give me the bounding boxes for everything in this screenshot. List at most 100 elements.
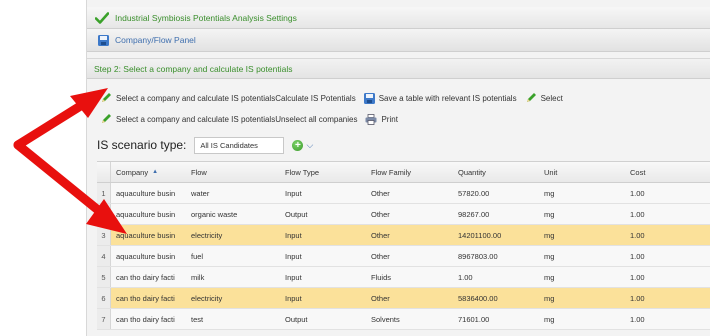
- grid-header: Company ▲ Flow Flow Type Flow Family Qua…: [97, 162, 710, 183]
- column-header-flow-family[interactable]: Flow Family: [366, 162, 453, 182]
- company-flow-panel-header[interactable]: Company/Flow Panel: [87, 29, 710, 52]
- disk-icon: [98, 34, 109, 46]
- table-row[interactable]: 2 aquaculture busin organic waste Output Oth…: [97, 204, 710, 225]
- cell-unit: mg: [544, 314, 555, 324]
- cell-flow: organic waste: [191, 209, 238, 219]
- column-header-company[interactable]: Company ▲: [111, 162, 186, 182]
- cell-flow-type: Input: [285, 251, 302, 261]
- cell-cost: 1.00: [630, 209, 645, 219]
- column-header-label: Company: [116, 167, 149, 177]
- cell-company: can tho dairy facti: [116, 293, 175, 303]
- print-label: Print: [381, 114, 398, 124]
- step-header: Step 2: Select a company and calculate I…: [87, 58, 710, 79]
- add-icon: +: [292, 139, 304, 151]
- cell-company: aquaculture busin: [116, 209, 176, 219]
- toolbar-row-1: Select a company and calculate IS potent…: [87, 88, 710, 108]
- scenario-type-add-button[interactable]: + ⌵: [286, 137, 319, 154]
- column-header-flow[interactable]: Flow: [186, 162, 280, 182]
- cell-cost: 1.00: [630, 314, 645, 324]
- row-number-header: [97, 162, 111, 182]
- select-label: Select: [540, 93, 563, 103]
- row-number: 2: [97, 204, 111, 224]
- unselect-all-companies-label: Select a company and calculate IS potent…: [116, 114, 358, 124]
- save-table-button[interactable]: Save a table with relevant IS potentials: [363, 92, 517, 104]
- cell-quantity: 14201100.00: [458, 230, 502, 240]
- scenario-type-row: IS scenario type: All IS Candidates + ⌵: [97, 135, 319, 155]
- cell-cost: 1.00: [630, 272, 645, 282]
- cell-quantity: 71601.00: [458, 314, 490, 324]
- cell-quantity: 57820.00: [458, 188, 490, 198]
- cell-cost: 1.00: [630, 251, 645, 261]
- cell-flow-type: Input: [285, 272, 302, 282]
- cell-unit: mg: [544, 293, 555, 303]
- cell-cost: 1.00: [630, 230, 645, 240]
- scenario-type-label: IS scenario type:: [97, 138, 187, 152]
- print-button[interactable]: Print: [365, 113, 398, 125]
- table-row[interactable]: 3 aquaculture busin electricity Input Other 1…: [97, 225, 710, 246]
- cell-unit: mg: [544, 230, 555, 240]
- cell-quantity: 8967803.00: [458, 251, 498, 261]
- settings-title-bar[interactable]: Industrial Symbiosis Potentials Analysis…: [87, 7, 710, 29]
- column-header-quantity[interactable]: Quantity: [453, 162, 539, 182]
- select-button[interactable]: Select: [525, 92, 563, 104]
- cell-flow: electricity: [191, 293, 223, 303]
- cell-quantity: 1.00: [458, 272, 473, 282]
- row-number: 7: [97, 309, 111, 329]
- cell-flow: milk: [191, 272, 205, 282]
- cell-flow-type: Input: [285, 293, 302, 303]
- row-number: 6: [97, 288, 111, 308]
- calculate-is-potentials-label: Select a company and calculate IS potent…: [116, 93, 356, 103]
- cell-flow: water: [191, 188, 210, 198]
- chevron-down-icon: ⌵: [306, 139, 314, 150]
- table-row[interactable]: 1 aquaculture busin water Input Other 57820.0…: [97, 183, 710, 204]
- save-icon: [363, 92, 375, 104]
- cell-flow-family: Other: [371, 251, 390, 261]
- row-number: 1: [97, 183, 111, 203]
- row-number: 5: [97, 267, 111, 287]
- cell-unit: mg: [544, 272, 555, 282]
- cell-flow: electricity: [191, 230, 223, 240]
- row-number: 4: [97, 246, 111, 266]
- company-flow-grid: Company ▲ Flow Flow Type Flow Family Qua…: [97, 161, 710, 330]
- column-header-unit[interactable]: Unit: [539, 162, 625, 182]
- scenario-type-select[interactable]: All IS Candidates: [194, 136, 285, 154]
- cell-flow-type: Output: [285, 209, 308, 219]
- cell-company: aquaculture busin: [116, 251, 176, 261]
- cell-flow-type: Input: [285, 188, 302, 198]
- sort-ascending-icon: ▲: [152, 169, 159, 175]
- unselect-all-companies-button[interactable]: Select a company and calculate IS potent…: [100, 113, 357, 125]
- table-row[interactable]: 4 aquaculture busin fuel Input Other 8967803.…: [97, 246, 710, 267]
- cell-flow-type: Output: [285, 314, 308, 324]
- pencil-icon: [525, 92, 537, 104]
- grid-body: 1 aquaculture busin water Input Other 57820.0…: [97, 183, 710, 330]
- cell-quantity: 98267.00: [458, 209, 490, 219]
- cell-flow-family: Other: [371, 293, 390, 303]
- cell-cost: 1.00: [630, 293, 645, 303]
- table-row[interactable]: 5 can tho dairy facti milk Input Fluids 1.00 m…: [97, 267, 710, 288]
- settings-title: Industrial Symbiosis Potentials Analysis…: [115, 12, 297, 23]
- column-header-flow-type[interactable]: Flow Type: [280, 162, 366, 182]
- step-title: Step 2: Select a company and calculate I…: [94, 63, 293, 74]
- check-icon: [94, 11, 110, 24]
- table-row[interactable]: 6 can tho dairy facti electricity Input Othe…: [97, 288, 710, 309]
- cell-flow: test: [191, 314, 204, 324]
- cell-unit: mg: [544, 209, 555, 219]
- cell-company: aquaculture busin: [116, 230, 176, 240]
- pencil-icon: [100, 113, 112, 125]
- cell-flow-family: Fluids: [371, 272, 392, 282]
- calculate-is-potentials-button[interactable]: Select a company and calculate IS potent…: [100, 92, 356, 104]
- cell-quantity: 5836400.00: [458, 293, 498, 303]
- cell-company: aquaculture busin: [116, 188, 176, 198]
- cell-flow-family: Solvents: [371, 314, 400, 324]
- cell-unit: mg: [544, 251, 555, 261]
- toolbar-row-2: Select a company and calculate IS potent…: [87, 109, 710, 129]
- table-row[interactable]: 7 can tho dairy facti test Output Solvents 71…: [97, 309, 710, 330]
- company-flow-panel-title: Company/Flow Panel: [115, 35, 196, 45]
- save-table-label: Save a table with relevant IS potentials: [378, 93, 517, 103]
- cell-flow-family: Other: [371, 209, 390, 219]
- column-header-cost[interactable]: Cost: [625, 162, 710, 182]
- settings-panel: Industrial Symbiosis Potentials Analysis…: [86, 0, 710, 336]
- cell-flow-type: Input: [285, 230, 302, 240]
- cell-unit: mg: [544, 188, 555, 198]
- cell-flow-family: Other: [371, 188, 390, 198]
